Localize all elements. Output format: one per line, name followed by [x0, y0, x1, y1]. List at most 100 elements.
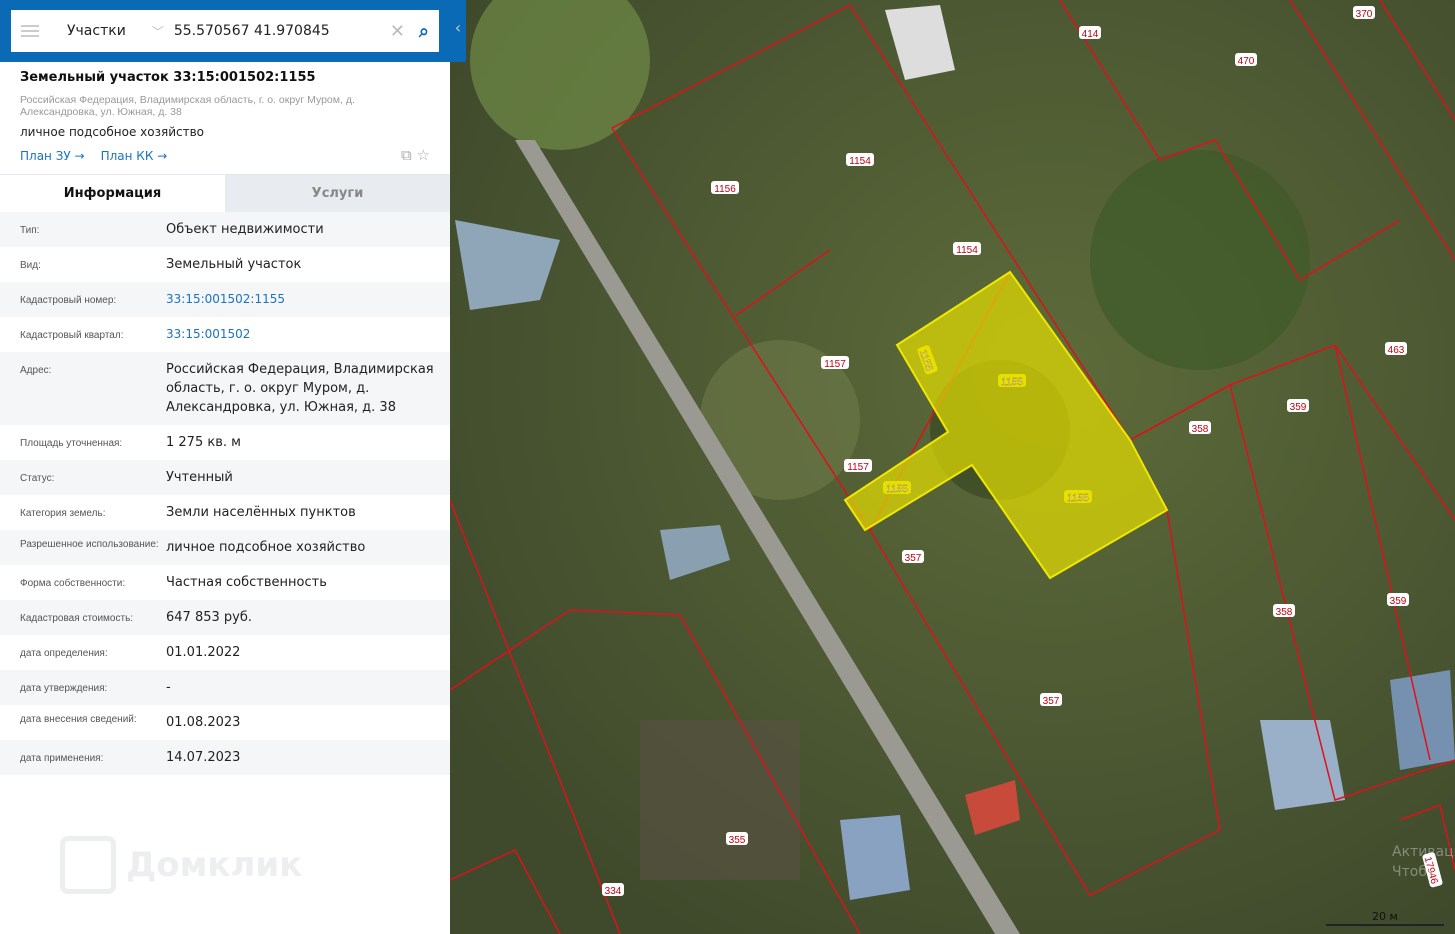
parcel-number-label[interactable]: 1154 — [846, 153, 874, 167]
info-row: Форма собственности: Частная собственност… — [0, 565, 450, 600]
activation-watermark: Активация Чтобы — [1392, 842, 1455, 882]
chevron-down-icon[interactable]: ﹀ — [152, 23, 164, 40]
tab-services[interactable]: Услуги — [225, 175, 450, 212]
row-value: личное подсобное хозяйство — [166, 540, 366, 555]
svg-text:370: 370 — [1356, 9, 1373, 20]
svg-text:1155: 1155 — [1001, 377, 1023, 388]
info-row: дата утверждения: - — [0, 670, 450, 705]
parcel-number-label[interactable]: 414 — [1079, 26, 1101, 40]
info-row: Кадастровый квартал: 33:15:001502 — [0, 317, 450, 352]
search-bar: Участки ﹀ 55.570567 41.970845 ✕ ⌕ — [0, 0, 450, 62]
menu-icon[interactable] — [21, 25, 39, 37]
scale-label: 20 м — [1372, 910, 1398, 923]
plan-zu-link[interactable]: План ЗУ → — [20, 149, 85, 163]
row-label: Разрешенное использование: — [20, 539, 159, 550]
svg-text:357: 357 — [1043, 696, 1060, 707]
row-label: дата утверждения: — [20, 683, 108, 694]
tab-info[interactable]: Информация — [0, 175, 225, 212]
parcel-address: Российская Федерация, Владимирская облас… — [20, 94, 355, 118]
parcel-number-label[interactable]: 1157 — [821, 356, 849, 370]
svg-text:359: 359 — [1290, 402, 1307, 413]
svg-text:358: 358 — [1276, 607, 1293, 618]
svg-text:1155: 1155 — [886, 484, 908, 495]
svg-text:1156: 1156 — [714, 184, 736, 195]
svg-text:358: 358 — [1192, 424, 1209, 435]
clear-icon[interactable]: ✕ — [390, 21, 405, 42]
plan-kk-link[interactable]: План КК → — [101, 149, 168, 163]
row-value: Земельный участок — [166, 257, 302, 272]
row-label: Кадастровый квартал: — [20, 330, 124, 341]
layer-select[interactable]: Участки — [67, 23, 126, 39]
svg-text:470: 470 — [1238, 56, 1255, 67]
svg-text:359: 359 — [1390, 596, 1407, 607]
row-value: Земли населённых пунктов — [166, 505, 356, 520]
svg-text:414: 414 — [1082, 29, 1099, 40]
watermark-line: Чтобы — [1392, 864, 1439, 880]
parcel-number-label[interactable]: 355 — [726, 832, 748, 846]
info-row: дата определения: 01.01.2022 — [0, 635, 450, 670]
row-label: Адрес: — [20, 365, 52, 376]
row-label: Вид: — [20, 260, 41, 271]
info-row: Разрешенное использование: личное подсобн… — [0, 530, 450, 565]
svg-text:463: 463 — [1388, 345, 1405, 356]
parcel-number-label[interactable]: 359 — [1387, 593, 1409, 607]
parcel-number-label[interactable]: 470 — [1235, 53, 1257, 67]
map-scale: 20 м — [1326, 910, 1444, 926]
info-table: Тип: Объект недвижимости Вид: Земельный уча… — [0, 212, 450, 775]
info-row: Кадастровый номер: 33:15:001502:1155 — [0, 282, 450, 317]
svg-text:1154: 1154 — [849, 156, 871, 167]
parcel-number-label[interactable]: 1154 — [953, 242, 981, 256]
row-value: - — [166, 680, 171, 695]
row-label: Площадь уточненная: — [20, 438, 123, 449]
zoom-to-icon[interactable]: ⧉ — [401, 146, 412, 164]
row-value: 647 853 руб. — [166, 610, 252, 625]
row-label: дата применения: — [20, 753, 104, 764]
row-label: Категория земель: — [20, 508, 106, 519]
parcel-number-label[interactable]: 358 — [1189, 421, 1211, 435]
row-label: дата определения: — [20, 648, 108, 659]
svg-text:1157: 1157 — [824, 359, 846, 370]
row-label: Кадастровый номер: — [20, 295, 117, 306]
search-input[interactable]: 55.570567 41.970845 — [174, 23, 390, 39]
svg-text:1157: 1157 — [847, 462, 869, 473]
info-row: Категория земель: Земли населённых пункто… — [0, 495, 450, 530]
svg-text:1154: 1154 — [956, 245, 978, 256]
info-row: Тип: Объект недвижимости — [0, 212, 450, 247]
info-row: дата внесения сведений: 01.08.2023 — [0, 705, 450, 740]
info-row: Площадь уточненная: 1 275 кв. м — [0, 425, 450, 460]
row-value: 01.01.2022 — [166, 645, 241, 660]
info-row: Кадастровая стоимость: 647 853 руб. — [0, 600, 450, 635]
parcel-number-label[interactable]: 359 — [1287, 399, 1309, 413]
parcel-number-label[interactable]: 334 — [602, 883, 624, 897]
info-row: Вид: Земельный участок — [0, 247, 450, 282]
parcel-use: личное подсобное хозяйство — [20, 125, 204, 139]
parcel-number-label[interactable]: 370 — [1353, 6, 1375, 20]
row-label: Тип: — [20, 225, 40, 236]
row-value: Объект недвижимости — [166, 222, 324, 237]
parcel-number-label[interactable]: 358 — [1273, 604, 1295, 618]
row-value: Частная собственность — [166, 575, 327, 590]
parcel-number-label[interactable]: 463 — [1385, 342, 1407, 356]
parcel-number-label[interactable]: 1155 — [998, 374, 1026, 388]
parcel-number-label[interactable]: 357 — [1040, 693, 1062, 707]
search-icon[interactable]: ⌕ — [419, 21, 429, 42]
info-row: Статус: Учтенный — [0, 460, 450, 495]
svg-text:1155: 1155 — [1067, 493, 1089, 504]
parcel-number-label[interactable]: 1156 — [711, 181, 739, 195]
parcel-title: Земельный участок 33:15:001502:1155 — [20, 70, 316, 85]
parcel-number-label[interactable]: 357 — [902, 550, 924, 564]
row-label: дата внесения сведений: — [20, 714, 137, 725]
svg-text:357: 357 — [905, 553, 922, 564]
collapse-panel-button[interactable]: ‹ — [450, 0, 466, 62]
row-value: Российская Федерация, Владимирская облас… — [166, 362, 434, 415]
parcel-number-label[interactable]: 1157 — [844, 459, 872, 473]
parcel-header: Земельный участок 33:15:001502:1155 Росс… — [0, 62, 450, 174]
row-value[interactable]: 33:15:001502:1155 — [166, 282, 450, 317]
row-value[interactable]: 33:15:001502 — [166, 317, 450, 352]
row-value: Учтенный — [166, 470, 233, 485]
parcel-number-label[interactable]: 1155 — [1064, 490, 1092, 504]
row-label: Статус: — [20, 473, 55, 484]
star-icon[interactable]: ☆ — [417, 146, 430, 164]
parcel-number-label[interactable]: 1155 — [883, 481, 911, 495]
domclick-logo: Домклик — [60, 836, 302, 894]
